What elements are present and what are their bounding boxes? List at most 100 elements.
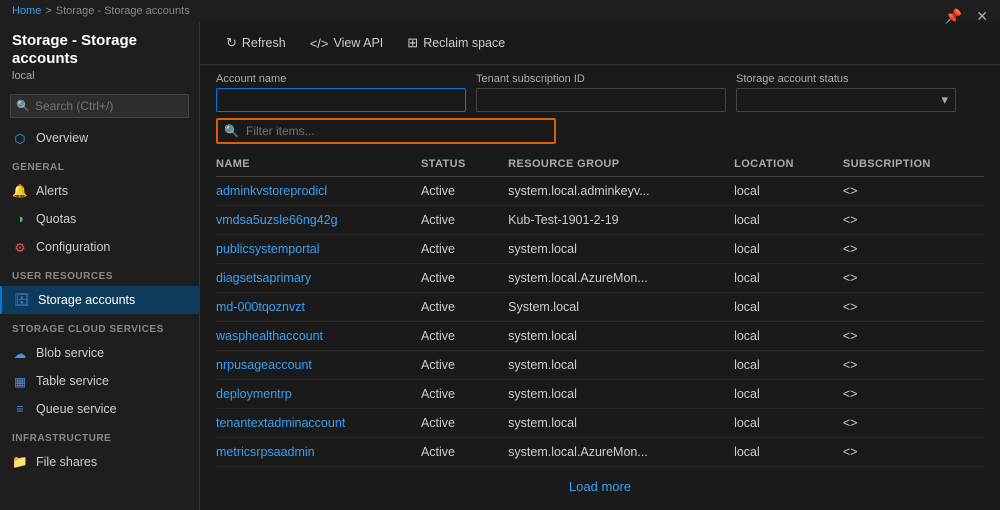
table-row: publicsystemportal Active system.local l… <box>216 235 984 264</box>
row-name[interactable]: adminkvstoreprodicl <box>216 177 413 206</box>
storage-accounts-table-wrap: NAME STATUS RESOURCE GROUP LOCATION SUBS… <box>200 152 1000 510</box>
row-status: Active <box>413 235 500 264</box>
row-location: local <box>726 177 835 206</box>
row-resource-group: system.local.adminkeyv... <box>500 177 726 206</box>
row-status: Active <box>413 177 500 206</box>
row-name[interactable]: publicsystemportal <box>216 235 413 264</box>
pin-button[interactable]: 📌 <box>941 6 966 27</box>
sidebar-file-shares-label: File shares <box>36 455 97 469</box>
load-more-button[interactable]: Load more <box>216 467 984 506</box>
row-name[interactable]: vmdsa5uzsle66ng42g <box>216 206 413 235</box>
storage-status-select[interactable]: Active Inactive <box>736 88 956 112</box>
breadcrumb-bar: Home > Storage - Storage accounts 📌 ✕ <box>0 0 1000 22</box>
sidebar-item-file-shares[interactable]: 📁 File shares <box>0 448 199 476</box>
table-row: adminkvstoreprodicl Active system.local.… <box>216 177 984 206</box>
row-subscription: <> <box>835 438 984 467</box>
table-row: nrpusageaccount Active system.local loca… <box>216 351 984 380</box>
col-status: STATUS <box>413 152 500 177</box>
row-subscription: <> <box>835 293 984 322</box>
sidebar-queue-service-label: Queue service <box>36 402 117 416</box>
filter-search-wrap: 🔍 <box>216 118 984 144</box>
sidebar-item-alerts[interactable]: 🔔 Alerts <box>0 177 199 205</box>
sidebar-item-storage-accounts[interactable]: 🗄 Storage accounts <box>0 286 199 314</box>
row-subscription: <> <box>835 235 984 264</box>
sidebar-item-configuration[interactable]: ⚙ Configuration <box>0 233 199 261</box>
sidebar-item-overview[interactable]: ⬡ Overview <box>0 124 199 152</box>
row-location: local <box>726 206 835 235</box>
sidebar-subtitle: local <box>12 70 187 82</box>
close-button[interactable]: ✕ <box>972 6 992 27</box>
reclaim-space-button[interactable]: ⊞ Reclaim space <box>397 30 515 56</box>
table-row: deploymentrp Active system.local local <… <box>216 380 984 409</box>
row-resource-group: system.local.AzureMon... <box>500 438 726 467</box>
table-row: md-000tqoznvzt Active System.local local… <box>216 293 984 322</box>
view-api-button[interactable]: </> View API <box>300 31 394 56</box>
sidebar-item-quotas[interactable]: ◑ Quotas <box>0 205 199 233</box>
table-body: adminkvstoreprodicl Active system.local.… <box>216 177 984 467</box>
col-name: NAME <box>216 152 413 177</box>
sidebar-item-table-service[interactable]: ▦ Table service <box>0 367 199 395</box>
sidebar-header: Storage - Storage accounts local <box>0 22 199 88</box>
row-name[interactable]: diagsetsaprimary <box>216 264 413 293</box>
row-status: Active <box>413 293 500 322</box>
row-location: local <box>726 264 835 293</box>
sidebar-table-service-label: Table service <box>36 374 109 388</box>
filter-search-icon: 🔍 <box>224 124 239 138</box>
filter-bar: Account name Tenant subscription ID Stor… <box>200 65 1000 152</box>
row-subscription: <> <box>835 380 984 409</box>
account-name-filter: Account name <box>216 73 466 112</box>
row-status: Active <box>413 351 500 380</box>
account-name-input[interactable] <box>216 88 466 112</box>
refresh-label: Refresh <box>242 36 286 50</box>
sidebar-search-input[interactable] <box>10 94 189 118</box>
infrastructure-section-label: INFRASTRUCTURE <box>0 423 199 448</box>
filter-items-input[interactable] <box>216 118 556 144</box>
row-status: Active <box>413 322 500 351</box>
row-name[interactable]: metricsrpsaadmin <box>216 438 413 467</box>
tenant-sub-input[interactable] <box>476 88 726 112</box>
sidebar-quotas-label: Quotas <box>36 212 76 226</box>
quotas-icon: ◑ <box>12 211 28 227</box>
row-resource-group: system.local <box>500 351 726 380</box>
sidebar-blob-service-label: Blob service <box>36 346 104 360</box>
configuration-icon: ⚙ <box>12 239 28 255</box>
sidebar-search-icon: 🔍 <box>16 100 30 113</box>
row-subscription: <> <box>835 351 984 380</box>
row-resource-group: system.local <box>500 409 726 438</box>
row-location: local <box>726 380 835 409</box>
view-api-icon: </> <box>310 36 329 51</box>
row-resource-group: System.local <box>500 293 726 322</box>
row-subscription: <> <box>835 322 984 351</box>
table-row: vmdsa5uzsle66ng42g Active Kub-Test-1901-… <box>216 206 984 235</box>
row-resource-group: Kub-Test-1901-2-19 <box>500 206 726 235</box>
refresh-button[interactable]: ↻ Refresh <box>216 30 296 56</box>
row-status: Active <box>413 409 500 438</box>
sidebar-item-queue-service[interactable]: ≡ Queue service <box>0 395 199 423</box>
sidebar-title: Storage - Storage accounts <box>12 32 187 68</box>
table-row: wasphealthaccount Active system.local lo… <box>216 322 984 351</box>
row-name[interactable]: tenantextadminaccount <box>216 409 413 438</box>
view-api-label: View API <box>333 36 383 50</box>
storage-status-select-wrap: Active Inactive <box>736 88 956 112</box>
row-status: Active <box>413 264 500 293</box>
storage-cloud-section-label: STORAGE CLOUD SERVICES <box>0 314 199 339</box>
row-name[interactable]: nrpusageaccount <box>216 351 413 380</box>
row-name[interactable]: deploymentrp <box>216 380 413 409</box>
general-section-label: GENERAL <box>0 152 199 177</box>
sidebar-item-blob-service[interactable]: ☁ Blob service <box>0 339 199 367</box>
storage-accounts-table: NAME STATUS RESOURCE GROUP LOCATION SUBS… <box>216 152 984 467</box>
row-subscription: <> <box>835 206 984 235</box>
breadcrumb-home[interactable]: Home <box>12 5 41 17</box>
row-name[interactable]: wasphealthaccount <box>216 322 413 351</box>
blob-service-icon: ☁ <box>12 345 28 361</box>
overview-icon: ⬡ <box>12 130 28 146</box>
table-row: metricsrpsaadmin Active system.local.Azu… <box>216 438 984 467</box>
row-name[interactable]: md-000tqoznvzt <box>216 293 413 322</box>
content-area: ↻ Refresh </> View API ⊞ Reclaim space A… <box>200 22 1000 510</box>
row-status: Active <box>413 380 500 409</box>
sidebar-search-area: 🔍 <box>0 88 199 124</box>
sidebar-storage-accounts-label: Storage accounts <box>38 293 135 307</box>
col-subscription: SUBSCRIPTION <box>835 152 984 177</box>
row-location: local <box>726 351 835 380</box>
breadcrumb-sep: > <box>45 5 51 17</box>
